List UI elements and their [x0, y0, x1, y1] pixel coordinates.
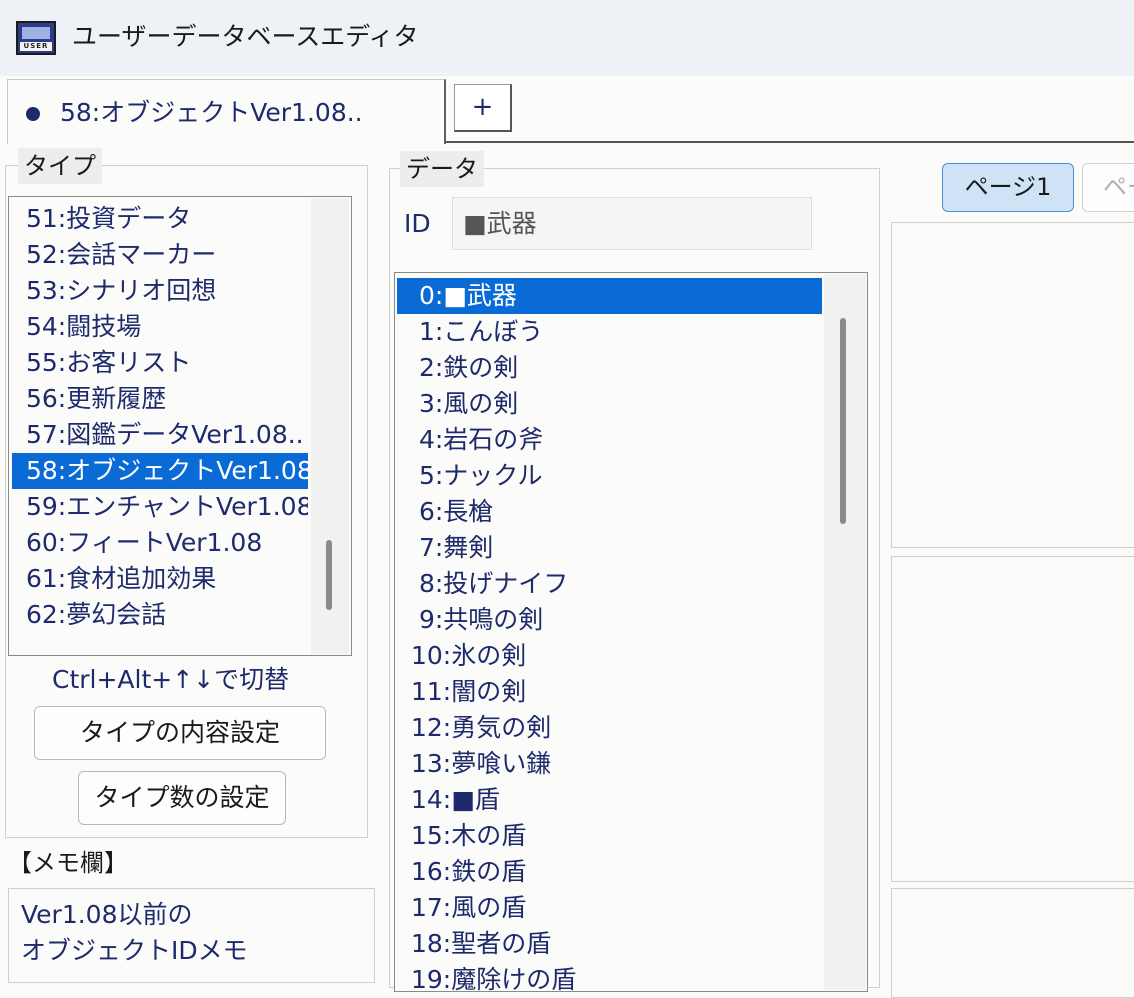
- app-icon: USER: [16, 21, 56, 55]
- type-count-settings-button[interactable]: タイプ数の設定: [78, 771, 286, 825]
- data-list-item[interactable]: 15:木の盾: [397, 818, 822, 854]
- id-label: ID: [404, 209, 431, 238]
- data-list-item[interactable]: 17:風の盾: [397, 890, 822, 926]
- type-scrollbar[interactable]: [311, 198, 349, 654]
- data-list-item[interactable]: 14:■盾: [397, 782, 822, 818]
- data-list-item[interactable]: 5:ナックル: [397, 458, 822, 494]
- data-list-item[interactable]: 16:鉄の盾: [397, 854, 822, 890]
- field-panel-3: [891, 888, 1134, 998]
- data-list-item[interactable]: 3:風の剣: [397, 386, 822, 422]
- data-list-item[interactable]: 6:長槍: [397, 494, 822, 530]
- data-list-item[interactable]: 8:投げナイフ: [397, 566, 822, 602]
- data-list-item[interactable]: 1:こんぼう: [397, 314, 822, 350]
- data-group-title: データ: [400, 151, 484, 187]
- field-panel-1: [891, 222, 1134, 548]
- type-list-item[interactable]: 61:食材追加効果: [12, 561, 308, 597]
- data-list-item[interactable]: 19:魔除けの盾: [397, 962, 822, 991]
- tab-status-dot-icon: [26, 107, 40, 121]
- data-list-item[interactable]: 12:勇気の剣: [397, 710, 822, 746]
- switch-hint: Ctrl+Alt+↑↓で切替: [52, 665, 290, 694]
- add-tab-button[interactable]: +: [454, 84, 512, 132]
- type-listbox[interactable]: 51:投資データ 52:会話マーカー 53:シナリオ回想 54:闘技場 55:お客リスト…: [8, 196, 352, 656]
- type-list-item[interactable]: 53:シナリオ回想: [12, 273, 308, 309]
- type-list-item[interactable]: 52:会話マーカー: [12, 237, 308, 273]
- data-scrollbar[interactable]: [824, 274, 866, 990]
- data-list-item[interactable]: 9:共鳴の剣: [397, 602, 822, 638]
- tab-objects[interactable]: 58:オブジェクトVer1.08..: [7, 79, 446, 144]
- data-list-item[interactable]: 4:岩石の斧: [397, 422, 822, 458]
- data-scroll-thumb[interactable]: [840, 318, 846, 524]
- data-list-item[interactable]: 13:夢喰い鎌: [397, 746, 822, 782]
- type-group-title: タイプ: [18, 148, 102, 184]
- type-list-item[interactable]: 56:更新履歴: [12, 381, 308, 417]
- data-list-item[interactable]: 0:■武器: [397, 278, 822, 314]
- type-content-settings-button[interactable]: タイプの内容設定: [34, 706, 326, 760]
- title-bar: USER ユーザーデータベースエディタ: [0, 0, 1134, 76]
- type-list-item[interactable]: 51:投資データ: [12, 201, 308, 237]
- tab-label: 58:オブジェクトVer1.08..: [60, 98, 363, 127]
- type-list-item[interactable]: 62:夢幻会話: [12, 597, 308, 633]
- page-2-button[interactable]: ページ2: [1082, 163, 1134, 212]
- data-list-item[interactable]: 18:聖者の盾: [397, 926, 822, 962]
- memo-label: 【メモ欄】: [8, 849, 128, 877]
- type-list-item[interactable]: 57:図鑑データVer1.08..: [12, 417, 308, 453]
- type-list-item[interactable]: 58:オブジェクトVer1.08: [12, 453, 308, 489]
- type-list-item[interactable]: 59:エンチャントVer1.08: [12, 489, 308, 525]
- tab-divider: [446, 141, 1134, 143]
- memo-field[interactable]: Ver1.08以前の オブジェクトIDメモ: [8, 888, 375, 983]
- data-list-item[interactable]: 2:鉄の剣: [397, 350, 822, 386]
- data-list-item[interactable]: 11:闇の剣: [397, 674, 822, 710]
- field-panel-2: [891, 556, 1134, 882]
- type-list-item[interactable]: 55:お客リスト: [12, 345, 308, 381]
- window-title: ユーザーデータベースエディタ: [72, 22, 419, 51]
- id-field[interactable]: ■武器: [452, 197, 812, 250]
- data-list-item[interactable]: 10:氷の剣: [397, 638, 822, 674]
- type-list-item[interactable]: 54:闘技場: [12, 309, 308, 345]
- page-1-button[interactable]: ページ1: [942, 163, 1074, 212]
- type-list-item[interactable]: 60:フィートVer1.08: [12, 525, 308, 561]
- data-list-item[interactable]: 7:舞剣: [397, 530, 822, 566]
- type-scroll-thumb[interactable]: [326, 540, 332, 610]
- data-listbox[interactable]: 0:■武器 1:こんぼう 2:鉄の剣 3:風の剣 4:岩石の斧 5:ナックル 6…: [394, 272, 868, 992]
